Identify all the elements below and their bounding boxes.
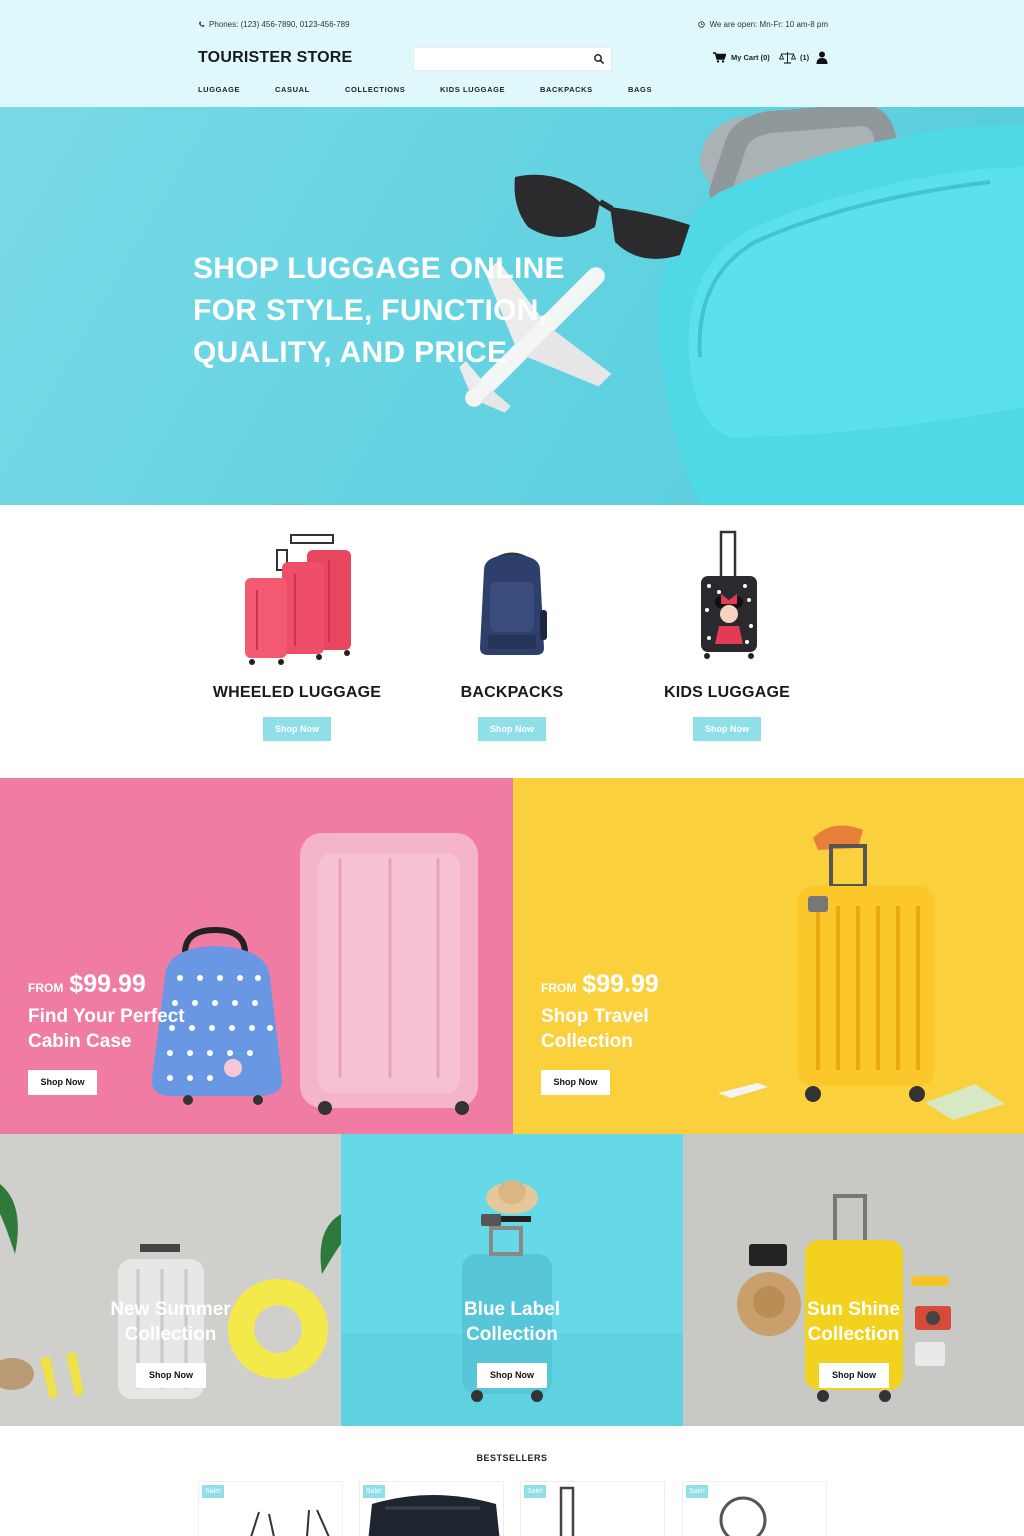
hours-info: We are open: Mn-Fr: 10 am-8 pm	[698, 20, 828, 29]
nav-item-casual[interactable]: CASUAL	[275, 85, 345, 94]
phone-icon	[199, 21, 205, 27]
promo-price-line: FROM $99.99	[541, 970, 659, 999]
collection-title: Sun Shine Collection	[807, 1299, 900, 1345]
hours-text: We are open: Mn-Fr: 10 am-8 pm	[709, 20, 828, 29]
from-label: FROM	[28, 981, 64, 995]
hero-headline: SHOP LUGGAGE ONLINE FOR STYLE, FUNCTION,…	[193, 248, 613, 374]
from-label: FROM	[541, 981, 577, 995]
collection-title: Blue Label Collection	[463, 1299, 561, 1345]
product-card[interactable]: Sale!	[682, 1481, 827, 1536]
nav-item-bags[interactable]: BAGS	[628, 85, 668, 94]
product-card[interactable]: Sale!	[359, 1481, 504, 1536]
sunglasses-image	[514, 174, 690, 259]
promo-travel-collection[interactable]: FROM $99.99 Shop Travel Collection Shop N…	[513, 778, 1024, 1134]
promo-price-line: FROM $99.99	[28, 970, 146, 999]
product-card[interactable]: Sale!	[520, 1481, 665, 1536]
phone-info: Phones: (123) 456-7890, 0123-456-789	[198, 20, 350, 29]
nav-item-luggage[interactable]: LUGGAGE	[198, 85, 275, 94]
bestsellers-title: BESTSELLERS	[476, 1453, 548, 1463]
store-logo[interactable]: TOURISTER STORE	[198, 49, 352, 67]
product-card[interactable]: Sale!	[198, 1481, 343, 1536]
promo-title: Find Your Perfect Cabin Case	[28, 1006, 185, 1052]
collection-new-summer[interactable]: New Summer Collection Shop Now	[0, 1134, 341, 1426]
kids-luggage-image[interactable]	[637, 530, 817, 665]
nav-item-backpacks[interactable]: BACKPACKS	[540, 85, 628, 94]
hero-line-2: FOR STYLE, FUNCTION,	[193, 294, 548, 327]
promo-title: Shop Travel Collection	[541, 1006, 649, 1052]
shop-now-button[interactable]: Shop Now	[478, 717, 546, 741]
collection-blue-label[interactable]: Blue Label Collection Shop Now	[341, 1134, 683, 1426]
compare-link[interactable]: (1)	[779, 51, 809, 64]
hero-line-1: SHOP LUGGAGE ONLINE	[193, 252, 565, 285]
cart-icon	[713, 52, 726, 63]
category-name[interactable]: BACKPACKS	[422, 684, 602, 702]
main-nav: LUGGAGE CASUAL COLLECTIONS KIDS LUGGAGE …	[198, 85, 668, 94]
promo-cabin-case[interactable]: FROM $99.99 Find Your Perfect Cabin Case …	[0, 778, 513, 1134]
collection-title: New Summer Collection	[110, 1299, 231, 1345]
promo-price: $99.99	[69, 970, 146, 998]
wheeled-luggage-image[interactable]	[207, 530, 387, 665]
product-image	[250, 1509, 330, 1536]
top-bar: Phones: (123) 456-7890, 0123-456-789 We …	[198, 20, 828, 32]
product-image	[559, 1486, 575, 1536]
promo-price: $99.99	[582, 970, 659, 998]
search-box	[413, 47, 612, 71]
category-kids-luggage: KIDS LUGGAGE Shop Now	[637, 530, 817, 741]
search-input[interactable]	[414, 48, 584, 70]
shop-now-button[interactable]: Shop Now	[28, 1070, 97, 1095]
category-name[interactable]: WHEELED LUGGAGE	[207, 684, 387, 702]
cart-link[interactable]: My Cart (0)	[713, 52, 770, 63]
category-backpacks: BACKPACKS Shop Now	[422, 530, 602, 741]
scale-icon	[779, 52, 796, 64]
shop-now-button[interactable]: Shop Now	[541, 1070, 610, 1095]
shop-now-button[interactable]: Shop Now	[693, 717, 761, 741]
nav-item-kids-luggage[interactable]: KIDS LUGGAGE	[440, 85, 540, 94]
collection-sun-shine[interactable]: Sun Shine Collection Shop Now	[683, 1134, 1024, 1426]
shop-now-button[interactable]: Shop Now	[136, 1363, 206, 1388]
product-image	[368, 1495, 500, 1536]
suitcase-image	[658, 107, 1024, 505]
hero-line-3: QUALITY, AND PRICE	[193, 336, 508, 369]
site-header: Phones: (123) 456-7890, 0123-456-789 We …	[0, 0, 1024, 107]
category-wheeled-luggage: WHEELED LUGGAGE Shop Now	[207, 530, 387, 741]
clock-icon	[698, 21, 706, 28]
shop-now-button[interactable]: Shop Now	[477, 1363, 547, 1388]
backpack-image[interactable]	[422, 530, 602, 665]
hero-banner[interactable]: SHOP LUGGAGE ONLINE FOR STYLE, FUNCTION,…	[0, 107, 1024, 505]
category-name[interactable]: KIDS LUGGAGE	[637, 684, 817, 702]
phone-text: Phones: (123) 456-7890, 0123-456-789	[209, 20, 350, 29]
search-icon[interactable]	[593, 53, 605, 65]
product-image	[719, 1496, 767, 1536]
cart-label: My Cart (0)	[731, 53, 770, 62]
nav-item-collections[interactable]: COLLECTIONS	[345, 85, 440, 94]
shop-now-button[interactable]: Shop Now	[263, 717, 331, 741]
compare-count: (1)	[800, 53, 810, 62]
shop-now-button[interactable]: Shop Now	[819, 1363, 889, 1388]
user-icon[interactable]	[816, 51, 828, 64]
